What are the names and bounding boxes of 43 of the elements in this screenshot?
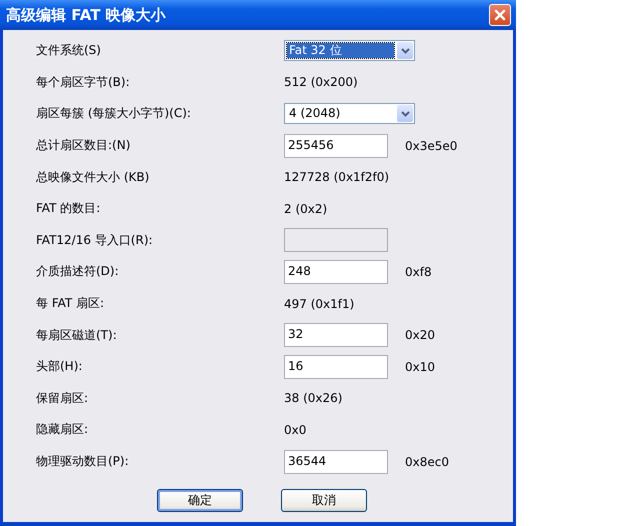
dropdown-button[interactable] [397, 105, 413, 122]
hex-value: 0x8ec0 [405, 454, 449, 469]
field-label: FAT12/16 导入口(R): [36, 232, 154, 249]
field-label: 总映像文件大小 (KB) [36, 168, 150, 186]
close-icon [494, 9, 506, 21]
dropdown-button[interactable] [397, 42, 413, 60]
hex-value: 0x20 [405, 328, 436, 342]
dropdown-value: Fat 32 位 [287, 43, 394, 58]
field-label: 每扇区磁道(T): [36, 326, 118, 344]
field-label: 物理驱动数目(P): [36, 453, 130, 470]
field-value: 497 (0x1f1) [284, 296, 354, 311]
field-label: 扇区每簇 (每簇大小字节)(C): [36, 105, 192, 122]
field-value: 0x0 [284, 422, 306, 437]
dropdown-value: 4 (2048) [288, 106, 342, 122]
field-value: 2 (0x2) [284, 202, 328, 216]
input-field[interactable]: 255456 [284, 134, 388, 158]
field-value: 38 (0x26) [284, 391, 342, 406]
field-label: 介质描述符(D): [36, 263, 120, 280]
field-value: 512 (0x200) [284, 75, 358, 90]
field-label: 文件系统(S) [36, 42, 102, 60]
input-field[interactable]: 32 [284, 323, 388, 348]
field-label: 隐藏扇区: [36, 421, 90, 438]
dialog-button[interactable]: 取消 [281, 489, 367, 512]
field-label: 每个扇区字节(B): [36, 74, 131, 91]
field-value: 127728 (0x1f2f0) [284, 170, 390, 184]
hex-value: 0xf8 [405, 264, 432, 279]
input-field[interactable]: 248 [284, 260, 388, 284]
field-label: 头部(H): [36, 358, 84, 376]
input-field[interactable]: 36544 [284, 450, 388, 474]
field-label: 保留扇区: [36, 390, 90, 407]
hex-value: 0x10 [405, 360, 436, 374]
chevron-down-icon [400, 110, 410, 117]
dropdown[interactable]: Fat 32 位 [284, 40, 415, 62]
chevron-down-icon [400, 48, 410, 54]
field-label: 每 FAT 扇区: [36, 295, 106, 312]
field-label: FAT 的数目: [36, 200, 102, 218]
close-button[interactable] [489, 4, 511, 26]
input-field[interactable]: 16 [284, 354, 388, 379]
dropdown[interactable]: 4 (2048) [284, 103, 415, 124]
hex-value: 0x3e5e0 [405, 138, 458, 153]
field-label: 总计扇区数目:(N) [36, 137, 132, 154]
dialog-button[interactable]: 确定 [157, 489, 243, 512]
window-title: 高级编辑 FAT 映像大小 [5, 6, 166, 24]
